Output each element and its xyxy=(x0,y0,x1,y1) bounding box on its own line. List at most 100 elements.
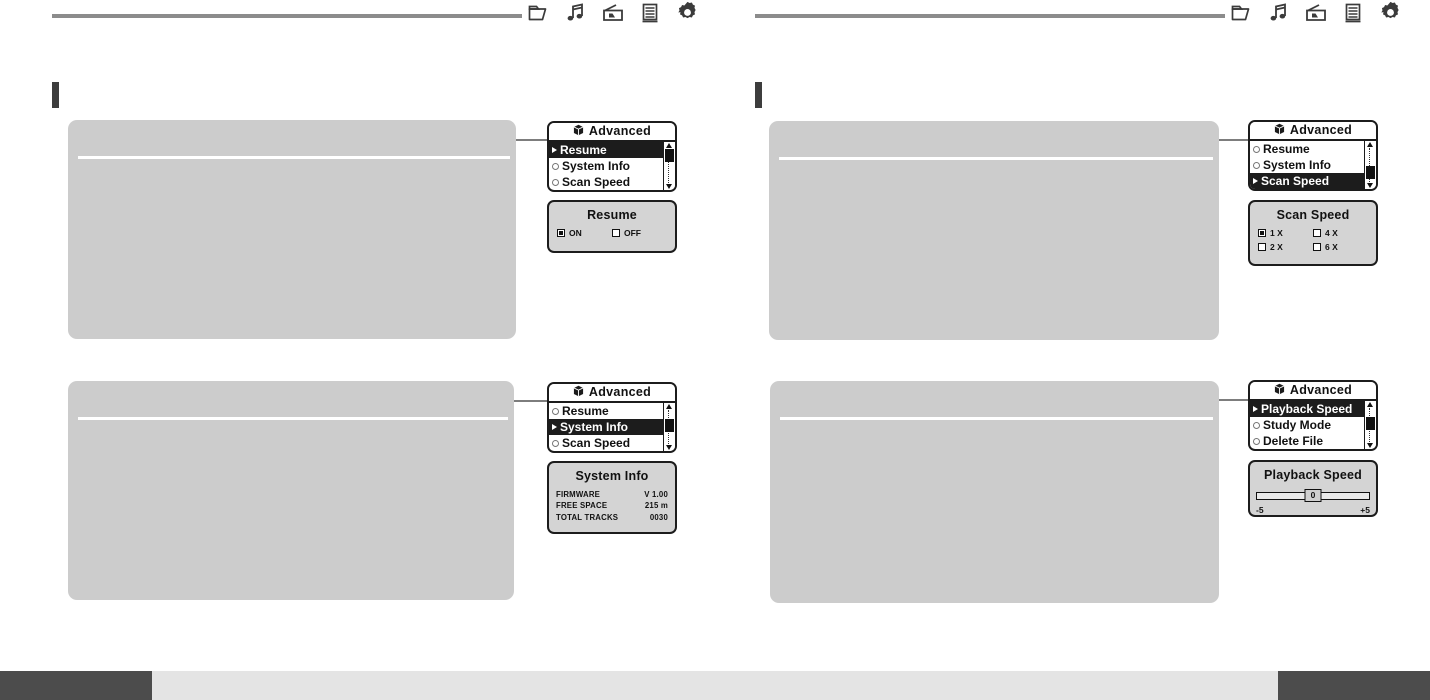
header-rule xyxy=(755,14,1225,18)
folder-icon xyxy=(1230,1,1254,25)
menu-item-label: Delete File xyxy=(1263,434,1324,448)
menu-scrollbar[interactable] xyxy=(1364,401,1376,449)
menu-item-label: Scan Speed xyxy=(562,436,631,450)
bullet-icon xyxy=(552,178,559,186)
connector-line xyxy=(514,400,547,402)
menu-body: Resume System Info Scan Speed xyxy=(1250,141,1376,189)
checkbox-checked-icon xyxy=(1258,229,1266,238)
list-icon xyxy=(1341,1,1365,25)
scrollbar-thumb[interactable] xyxy=(665,419,674,432)
menu-item-scan-speed[interactable]: Scan Speed xyxy=(549,435,663,451)
slider-value: 0 xyxy=(1310,490,1316,501)
menu-title-text: Advanced xyxy=(588,385,652,400)
menu-item-label: System Info xyxy=(1263,158,1332,172)
scroll-down-arrow-icon[interactable] xyxy=(666,445,672,450)
menu-item-label: Scan Speed xyxy=(1261,174,1330,188)
menu-item-resume[interactable]: Resume xyxy=(549,142,663,158)
menu-item-label: Scan Speed xyxy=(562,175,631,189)
option-6x[interactable]: 6 X xyxy=(1313,241,1368,252)
menu-item-system-info[interactable]: System Info xyxy=(549,419,663,435)
info-value: V 1.00 xyxy=(644,490,668,499)
dialog-resume: Resume ON OFF xyxy=(547,200,677,253)
menu-scrollbar[interactable] xyxy=(663,142,675,190)
menu-scrollbar[interactable] xyxy=(663,403,675,451)
info-label: TOTAL TRACKS xyxy=(556,512,619,522)
checkbox-checked-icon xyxy=(557,229,565,238)
menu-item-resume[interactable]: Resume xyxy=(1250,141,1364,157)
option-label: 1 X xyxy=(1270,228,1283,238)
page-footer xyxy=(0,671,1430,700)
slider-range-labels: -5 +5 xyxy=(1256,506,1370,515)
scroll-down-arrow-icon[interactable] xyxy=(666,184,672,189)
scroll-down-arrow-icon[interactable] xyxy=(1367,443,1373,448)
footer-bar xyxy=(0,671,1430,700)
option-on[interactable]: ON xyxy=(557,229,612,238)
menu-item-label: Resume xyxy=(1263,142,1310,156)
option-1x[interactable]: 1 X xyxy=(1258,229,1313,238)
menu-item-resume[interactable]: Resume xyxy=(549,403,663,419)
dialog-body: ON OFF xyxy=(549,225,675,251)
dialog-title: Resume xyxy=(587,208,637,222)
selection-arrow-icon xyxy=(1253,178,1258,184)
dialog-title: Scan Speed xyxy=(1276,208,1350,222)
dialog-playback-speed: Playback Speed 0 -5 +5 xyxy=(1248,460,1378,517)
device-menu-resume: Advanced Resume System Info Scan Speed xyxy=(547,121,677,192)
menu-title-bar: Advanced xyxy=(1250,382,1376,401)
menu-item-scan-speed[interactable]: Scan Speed xyxy=(549,174,663,190)
footer-block-left xyxy=(0,671,152,700)
menu-item-system-info[interactable]: System Info xyxy=(549,158,663,174)
menu-title-bar: Advanced xyxy=(1250,122,1376,141)
scroll-up-arrow-icon[interactable] xyxy=(666,404,672,409)
dialog-body: FIRMWARE V 1.00 FREE SPACE 215 m TOTAL T… xyxy=(549,486,675,532)
bullet-icon xyxy=(1253,421,1260,429)
menu-item-delete-file[interactable]: Delete File xyxy=(1250,433,1364,449)
menu-item-study-mode[interactable]: Study Mode xyxy=(1250,417,1364,433)
header-icon-row xyxy=(1230,0,1403,25)
info-label: FIRMWARE xyxy=(556,490,601,499)
info-value: 215 m xyxy=(644,501,668,511)
column-right: Advanced Resume System Info Scan Speed S… xyxy=(715,0,1430,660)
menu-scrollbar[interactable] xyxy=(1364,141,1376,189)
scroll-up-arrow-icon[interactable] xyxy=(1367,142,1373,147)
speed-slider[interactable]: 0 xyxy=(1256,489,1370,502)
dialog-scan-speed: Scan Speed 1 X 4 X 2 X 6 X xyxy=(1248,200,1378,266)
selection-arrow-icon xyxy=(552,424,557,430)
option-label: 6 X xyxy=(1325,241,1338,252)
gear-icon xyxy=(1378,0,1403,25)
option-4x[interactable]: 4 X xyxy=(1313,229,1368,238)
bullet-icon xyxy=(1253,437,1260,445)
list-icon xyxy=(638,1,662,25)
dialog-title: Playback Speed xyxy=(1264,468,1362,482)
device-menu-playback-speed: Advanced Playback Speed Study Mode Delet… xyxy=(1248,380,1378,451)
menu-item-playback-speed[interactable]: Playback Speed xyxy=(1250,401,1364,417)
device-menu-scan-speed: Advanced Resume System Info Scan Speed xyxy=(1248,120,1378,191)
slider-thumb[interactable]: 0 xyxy=(1304,489,1322,502)
scrollbar-thumb[interactable] xyxy=(1366,417,1375,430)
bullet-icon xyxy=(552,162,559,170)
menu-item-scan-speed[interactable]: Scan Speed xyxy=(1250,173,1364,189)
scroll-down-arrow-icon[interactable] xyxy=(1367,183,1373,188)
option-off[interactable]: OFF xyxy=(612,229,667,238)
scroll-up-arrow-icon[interactable] xyxy=(666,143,672,148)
menu-item-label: Study Mode xyxy=(1263,418,1331,432)
option-2x[interactable]: 2 X xyxy=(1258,242,1313,252)
cube-icon xyxy=(1274,382,1285,400)
cube-icon xyxy=(573,384,584,402)
menu-list: Resume System Info Scan Speed xyxy=(549,142,663,190)
scroll-up-arrow-icon[interactable] xyxy=(1367,402,1373,407)
scrollbar-thumb[interactable] xyxy=(1366,166,1375,179)
gear-icon xyxy=(675,0,700,25)
menu-body: Resume System Info Scan Speed xyxy=(549,142,675,190)
bullet-icon xyxy=(1253,145,1260,153)
menu-title-bar: Advanced xyxy=(549,384,675,403)
info-row: FIRMWARE V 1.00 xyxy=(556,489,668,500)
menu-item-system-info[interactable]: System Info xyxy=(1250,157,1364,173)
content-placeholder-system-info xyxy=(68,381,514,600)
scrollbar-thumb[interactable] xyxy=(665,149,674,162)
info-label: FREE SPACE xyxy=(556,501,608,511)
menu-body: Resume System Info Scan Speed xyxy=(549,403,675,451)
menu-item-label: Playback Speed xyxy=(1261,402,1353,416)
option-label: ON xyxy=(569,228,582,238)
dialog-system-info: System Info FIRMWARE V 1.00 FREE SPACE 2… xyxy=(547,461,677,534)
header-rule xyxy=(52,14,522,18)
